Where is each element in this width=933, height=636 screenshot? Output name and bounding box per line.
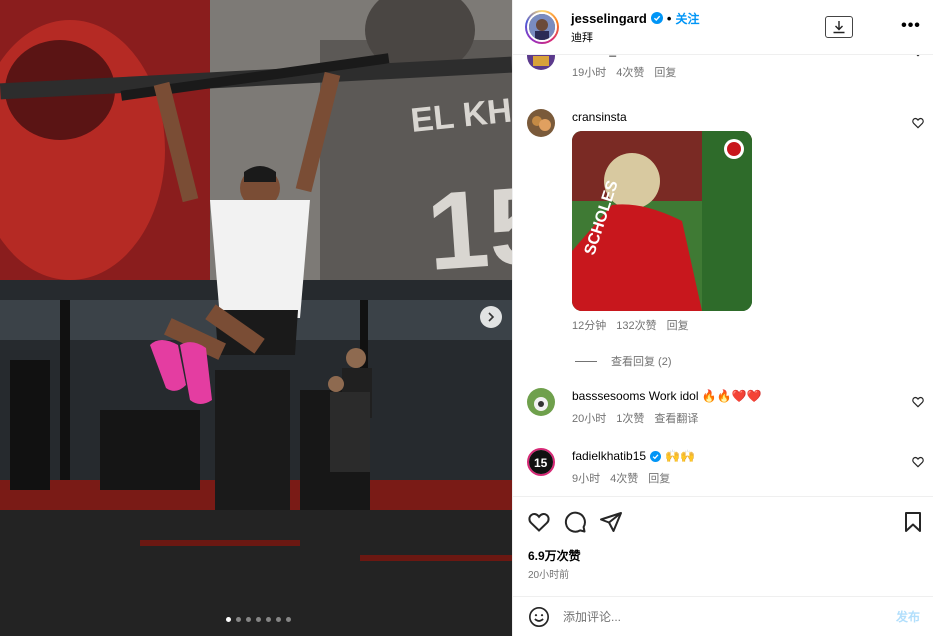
comment-bubble-icon[interactable]: [563, 510, 587, 534]
commenter-avatar[interactable]: [527, 388, 555, 416]
post-likes-count[interactable]: 6.9万次赞: [528, 547, 581, 564]
reply-button[interactable]: 回复: [648, 470, 670, 486]
comment-like-heart-icon[interactable]: [911, 395, 925, 409]
next-photo-button[interactable]: [480, 306, 502, 328]
pagination-dot: [246, 617, 251, 622]
commenter-username[interactable]: fadielkhatib15: [572, 448, 646, 464]
reply-button[interactable]: 回复: [667, 317, 689, 333]
commenter-username[interactable]: emmer_nancheo: [572, 55, 662, 57]
post-header: jesselingard • 关注 迪拜 •••: [513, 0, 933, 55]
download-icon: [833, 21, 845, 34]
commenter-avatar[interactable]: 15: [527, 448, 555, 476]
comment-gif[interactable]: SCHOLES: [572, 131, 752, 311]
follow-button[interactable]: 关注: [675, 10, 699, 27]
svg-text:15: 15: [534, 456, 548, 470]
like-heart-icon[interactable]: [527, 510, 551, 534]
commenter-username[interactable]: basssesooms: [572, 389, 645, 403]
save-bookmark-icon[interactable]: [901, 510, 925, 534]
view-replies-label: 查看回复 (2): [611, 356, 672, 368]
header-separator: •: [666, 10, 672, 26]
post-dialog: EL KHAT 15 jesselingard • 关注 迪拜 ••• 19小时…: [0, 0, 933, 636]
comment-composer: 发布: [513, 596, 933, 636]
commenter-avatar[interactable]: [527, 109, 555, 137]
author-avatar-image: [529, 14, 555, 40]
commenter-username[interactable]: cransinsta: [572, 110, 627, 124]
pagination-dot: [236, 617, 241, 622]
view-replies-button[interactable]: 查看回复 (2): [575, 353, 672, 369]
comment-like-heart-icon[interactable]: [911, 455, 925, 469]
comment-likes[interactable]: 4次赞: [616, 64, 644, 80]
verified-badge-icon: [650, 12, 663, 24]
chevron-right-icon: [488, 312, 495, 322]
comment-time: 12分钟: [572, 320, 607, 332]
pagination-dot: [226, 617, 231, 622]
see-translation-button[interactable]: 查看翻译: [654, 410, 698, 426]
pagination-dot: [286, 617, 291, 622]
post-actions-bar: 6.9万次赞 20小时前: [513, 496, 933, 600]
author-avatar[interactable]: [525, 10, 559, 44]
author-username[interactable]: jesselingard: [571, 11, 647, 26]
comment-time: 20小时: [572, 413, 607, 425]
svg-text:15: 15: [423, 163, 512, 294]
comment-time: 9小时: [572, 473, 601, 485]
photo-pagination-dots: [226, 617, 291, 622]
download-button[interactable]: [825, 16, 853, 38]
pagination-dot: [266, 617, 271, 622]
comment-likes[interactable]: 4次赞: [610, 470, 638, 486]
post-photo[interactable]: EL KHAT 15: [0, 0, 512, 636]
post-side-panel: jesselingard • 关注 迪拜 ••• 19小时 4次赞 回复 cra…: [512, 0, 933, 636]
comment-text: ♥ ♥: [665, 55, 683, 57]
scholes-gif-image: SCHOLES: [572, 131, 752, 311]
post-location[interactable]: 迪拜: [571, 29, 699, 45]
view-replies-line: [575, 360, 597, 362]
comment-input[interactable]: [563, 607, 873, 627]
comment-time: 19小时: [572, 67, 607, 79]
emoji-smiley-icon[interactable]: [528, 606, 550, 628]
commenter-avatar[interactable]: [527, 55, 555, 70]
comment-like-heart-icon[interactable]: [911, 116, 925, 130]
share-send-icon[interactable]: [599, 510, 623, 534]
comment-like-heart-icon[interactable]: [911, 55, 925, 58]
post-comment-button[interactable]: 发布: [896, 608, 920, 625]
reply-button[interactable]: 回复: [654, 64, 676, 80]
pagination-dot: [276, 617, 281, 622]
comment-text: Work idol 🔥🔥❤️❤️: [648, 389, 762, 403]
gym-photo-image: EL KHAT 15: [0, 0, 512, 636]
verified-badge-icon: [650, 450, 662, 462]
comment-likes[interactable]: 1次赞: [616, 410, 644, 426]
comment-likes[interactable]: 132次赞: [616, 317, 656, 333]
comment-text: 🙌🙌: [665, 449, 695, 463]
post-timestamp[interactable]: 20小时前: [528, 566, 569, 581]
more-options-button[interactable]: •••: [901, 17, 921, 34]
pagination-dot: [256, 617, 261, 622]
comments-list[interactable]: emmer_nancheo ♥ ♥ 19小时 4次赞 回复: [513, 55, 933, 496]
